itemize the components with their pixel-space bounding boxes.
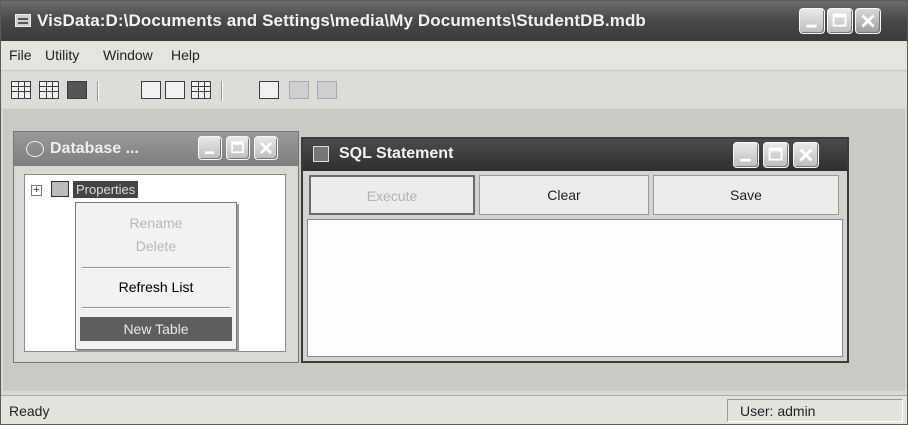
user-text: User: admin [740, 403, 816, 419]
expand-icon[interactable]: + [31, 185, 42, 196]
toolbar-separator [221, 81, 223, 101]
rollback-icon [317, 81, 337, 99]
menu-help[interactable]: Help [171, 47, 200, 63]
close-icon [799, 148, 813, 162]
sql-minimize-button[interactable] [733, 142, 759, 168]
menu-bar: File Utility Window Help [1, 41, 907, 71]
clear-button[interactable]: Clear [479, 175, 649, 215]
context-menu: Rename Delete Refresh List New Table [75, 202, 237, 350]
sql-maximize-button[interactable] [763, 142, 789, 168]
database-window-icon [26, 141, 44, 157]
sql-window-titlebar[interactable]: SQL Statement [303, 139, 847, 171]
database-window-title: Database ... [50, 140, 139, 157]
toolbar-separator [97, 81, 99, 101]
menu-separator [82, 307, 230, 309]
menu-item-rename: Rename [129, 215, 183, 231]
minimize-icon [204, 151, 215, 154]
maximize-icon [231, 141, 244, 154]
menu-file[interactable]: File [9, 47, 32, 63]
user-panel: User: admin [727, 399, 903, 422]
close-button[interactable] [855, 8, 881, 34]
maximize-button[interactable] [827, 8, 853, 34]
dynaset-type-icon[interactable] [39, 81, 59, 99]
database-window-titlebar[interactable]: Database ... [14, 132, 298, 166]
sql-window-icon [313, 146, 329, 162]
snapshot-type-icon[interactable] [67, 81, 87, 99]
sql-statement-window: SQL Statement Execute Clear Save [301, 137, 849, 363]
tree-node-properties[interactable]: Properties [73, 181, 139, 198]
menu-separator [82, 267, 230, 269]
data-control-form-icon[interactable] [141, 81, 161, 99]
menu-item-new-table[interactable]: New Table [80, 317, 232, 341]
toolbar [1, 72, 907, 108]
close-icon [861, 14, 875, 28]
menu-item-refresh-list[interactable]: Refresh List [76, 275, 236, 299]
visdata-app-window: VisData:D:\Documents and Settings\media\… [0, 0, 908, 425]
minimize-icon [740, 158, 751, 162]
properties-icon [51, 181, 69, 197]
status-bar: Ready User: admin [1, 395, 907, 424]
dbgrid-form-icon[interactable] [191, 81, 211, 99]
no-data-control-form-icon[interactable] [165, 81, 185, 99]
status-text: Ready [9, 403, 50, 419]
close-icon [260, 142, 272, 154]
database-close-button[interactable] [254, 136, 278, 160]
execute-button: Execute [309, 175, 475, 215]
sql-close-button[interactable] [793, 142, 819, 168]
table-type-icon[interactable] [11, 81, 31, 99]
minimize-icon [806, 24, 817, 28]
database-minimize-button[interactable] [198, 136, 222, 160]
menu-item-delete: Delete [135, 238, 177, 254]
menu-utility[interactable]: Utility [45, 47, 79, 63]
maximize-icon [832, 13, 847, 27]
commit-icon [289, 81, 309, 99]
window-title: VisData:D:\Documents and Settings\media\… [37, 11, 646, 30]
begin-transaction-icon[interactable] [259, 81, 279, 99]
sql-window-title: SQL Statement [339, 145, 454, 162]
sql-text-area[interactable] [307, 219, 843, 357]
database-maximize-button[interactable] [226, 136, 250, 160]
save-button[interactable]: Save [653, 175, 839, 215]
app-icon [15, 14, 31, 27]
minimize-button[interactable] [799, 8, 825, 34]
maximize-icon [768, 147, 783, 161]
title-bar[interactable]: VisData:D:\Documents and Settings\media\… [1, 1, 907, 41]
menu-window[interactable]: Window [103, 47, 153, 63]
